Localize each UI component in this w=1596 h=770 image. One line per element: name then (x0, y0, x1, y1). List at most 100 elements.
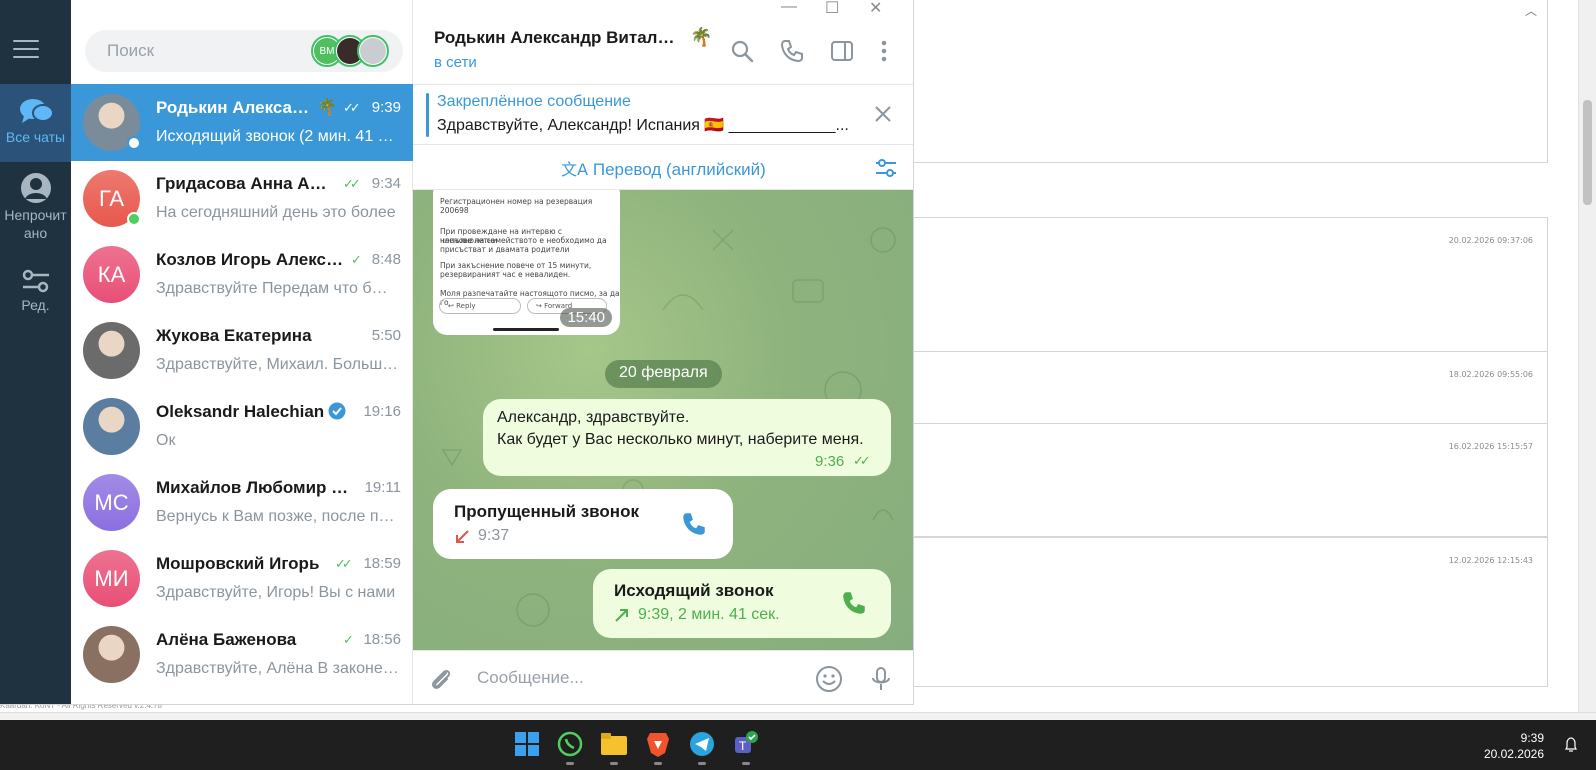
story-avatar[interactable] (357, 35, 389, 67)
message-input[interactable]: Сообщение... (477, 668, 584, 688)
chat-list-item[interactable]: Родькин Александр Витальевич 9:39 ✓✓ 🌴 Исход… (71, 84, 413, 161)
maximize-icon[interactable]: ☐ (825, 0, 839, 18)
notification-bell-icon[interactable] (1564, 737, 1578, 753)
avatar: МС (83, 474, 140, 531)
svg-text:T: T (739, 739, 747, 753)
chat-time: 18:59 (363, 555, 401, 572)
file-explorer-icon[interactable] (600, 730, 628, 765)
image-message[interactable]: Регистрационен номер на резервация 20069… (433, 190, 620, 335)
translate-label: Перевод (английский) (592, 160, 766, 179)
chat-name: Алёна Баженова (156, 630, 297, 649)
message-time: 9:36 (815, 453, 845, 470)
search-bar[interactable]: Поиск ВМ (85, 30, 403, 72)
chat-list-item[interactable]: Алёна Баженова 18:56 ✓ Здравствуйте, Алёна … (71, 616, 413, 693)
clock-time: 9:39 (1520, 731, 1544, 745)
bg-scrollbar-thumb[interactable] (1583, 100, 1592, 205)
chat-list-item[interactable]: ГАГридасова Анна Алексеевна9:34✓✓На сего… (71, 160, 413, 237)
whatsapp-icon[interactable] (556, 730, 584, 765)
chat-time: 9:39 (371, 99, 401, 116)
system-clock[interactable]: 9:39 20.02.2026 (1484, 730, 1544, 762)
pinned-title: Закреплённое сообщение (437, 93, 631, 110)
avatar (83, 398, 140, 455)
folder-all-chats[interactable]: Все чаты (0, 84, 71, 162)
messages-pane[interactable]: Регистрационен номер на резервация 20069… (413, 190, 913, 650)
menu-icon[interactable] (13, 40, 39, 60)
outgoing-call-message[interactable]: Исходящий звонок 9:39, 2 мин. 41 сек. (593, 569, 891, 638)
outgoing-call-arrow-icon (615, 609, 628, 622)
chat-list-item[interactable]: МС Михайлов Любомир сергеевич 19:11 Вернусь… (71, 464, 413, 541)
bg-record-row[interactable]: 18.02.2026 09:55:06 (914, 351, 1548, 425)
image-message-time: 15:40 (560, 308, 612, 327)
collapse-chevron-icon[interactable]: ︿ (1525, 2, 1537, 19)
folder-edit[interactable]: Ред. (0, 268, 71, 314)
chat-list-item[interactable]: КА Козлов Игорь Александрович 8:48 ✓ Здравст… (71, 236, 413, 313)
attach-icon[interactable] (427, 665, 455, 693)
bg-record-row[interactable]: 16.02.2026 15:15:57 (914, 423, 1548, 537)
chat-preview: Ок (156, 432, 176, 449)
sent-check-icon: ✓ (351, 253, 362, 268)
chat-name: Жукова Екатерина (156, 326, 312, 345)
chat-area: — ☐ ✕ Родькин Александр Витальевич 🌴 в с… (413, 0, 913, 704)
chat-title[interactable]: Родькин Александр Витальевич (434, 28, 684, 48)
chat-time: 19:16 (363, 403, 401, 420)
chat-list-item[interactable]: Oleksandr Halechian 19:16 Ок (71, 388, 413, 465)
chat-list-item[interactable]: МИ Мошровский Игорь 18:59 ✓✓ Здравствуйте, И… (71, 540, 413, 617)
translate-button[interactable]: 文A Перевод (английский) (413, 156, 913, 180)
folder-unread[interactable]: Непрочит ано (0, 172, 71, 242)
phone-icon[interactable] (779, 38, 805, 64)
sent-check-icon: ✓ (343, 633, 354, 648)
sidebar-toggle-icon[interactable] (829, 38, 855, 64)
chat-name: Oleksandr Halechian (156, 402, 346, 422)
teams-icon[interactable]: T (732, 730, 760, 765)
palm-emoji-icon: 🌴 (317, 97, 337, 116)
telegram-icon[interactable] (688, 730, 716, 765)
emoji-icon[interactable] (815, 665, 843, 693)
translate-bar[interactable]: 文A Перевод (английский) (413, 145, 913, 190)
more-vertical-icon[interactable] (871, 38, 897, 64)
phone-icon[interactable] (840, 589, 868, 617)
bg-horizontal-scrollbar[interactable] (0, 712, 1596, 720)
chat-preview: Здравствуйте, Алёна В законе указано (156, 660, 399, 677)
search-icon[interactable] (729, 38, 755, 64)
image-text-line: членове на семейството е необходимо да (440, 236, 607, 245)
message-composer: Сообщение... (413, 650, 913, 704)
chat-name: Мошровский Игорь (156, 554, 320, 573)
folder-label: Непрочит ано (4, 207, 67, 241)
image-text-line: При закъснение повече от 15 минути, (440, 261, 592, 270)
read-check-icon: ✓✓ (853, 454, 871, 469)
bg-record-row[interactable]: 20.02.2026 09:37:06 (914, 217, 1548, 353)
incoming-call-message[interactable]: Пропущенный звонок 9:37 (433, 489, 733, 559)
date-separator: 20 февраля (605, 360, 722, 388)
bg-record-date: 12.02.2026 12:15:43 (1448, 556, 1533, 565)
chat-header: — ☐ ✕ Родькин Александр Витальевич 🌴 в с… (413, 0, 913, 85)
windows-start-icon[interactable] (513, 730, 541, 758)
chat-name: Родькин Александр Витальевич (156, 98, 311, 117)
folder-label: Ред. (21, 297, 50, 313)
chat-time: 9:34 (371, 175, 401, 192)
chat-preview: Здравствуйте Передам что были (156, 280, 399, 297)
chat-list-item[interactable]: Жукова Екатерина 5:50 Здравствуйте, Михаил… (71, 312, 413, 389)
avatar: МИ (83, 550, 140, 607)
bg-scrollbar[interactable] (1578, 0, 1596, 720)
taskbar: T 9:39 20.02.2026 (0, 720, 1596, 770)
image-reply-button: ↩ Reply (439, 298, 521, 314)
minimize-icon[interactable]: — (781, 0, 797, 16)
outgoing-message[interactable]: Александр, здравствуйте. Как будет у Вас… (483, 399, 891, 476)
translate-settings-icon[interactable] (874, 157, 898, 179)
phone-icon[interactable] (680, 510, 708, 538)
image-text-line: резервираният час е невалиден. (440, 270, 571, 279)
microphone-icon[interactable] (867, 665, 895, 693)
bg-record-date: 16.02.2026 15:15:57 (1448, 442, 1533, 451)
chat-time: 19:11 (364, 479, 401, 496)
stories-strip[interactable]: ВМ (311, 35, 391, 67)
bg-record-row[interactable]: 12.02.2026 12:15:43 (914, 537, 1548, 687)
pinned-message[interactable]: Закреплённое сообщение Здравствуйте, Але… (413, 85, 913, 145)
close-window-icon[interactable]: ✕ (869, 0, 882, 18)
pinned-bar (426, 93, 429, 137)
close-icon[interactable] (874, 105, 892, 123)
online-indicator (127, 212, 141, 226)
chat-list: Поиск ВМ Родькин Александр Витальевич 9:3… (71, 0, 413, 704)
verified-badge-icon (328, 402, 346, 420)
chat-time: 8:48 (371, 251, 401, 268)
brave-browser-icon[interactable] (644, 730, 672, 765)
